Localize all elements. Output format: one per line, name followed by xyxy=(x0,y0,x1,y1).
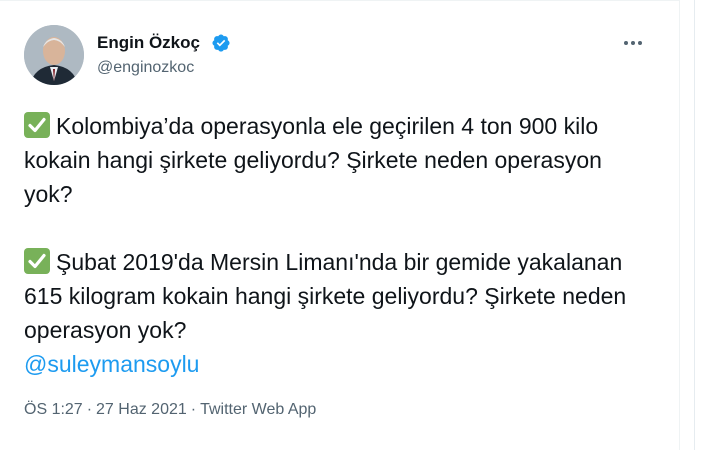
tweet-source[interactable]: Twitter Web App xyxy=(200,401,316,418)
tweet-time[interactable]: ÖS 1:27 xyxy=(24,401,83,418)
tweet-meta: ÖS 1:27 · 27 Haz 2021 · Twitter Web App xyxy=(24,401,316,419)
author-name[interactable]: Engin Özkoç xyxy=(97,33,200,53)
tweet-paragraph-1: Kolombiya’da operasyonla ele geçirilen 4… xyxy=(24,109,649,211)
meta-separator: · xyxy=(86,401,93,418)
tweet-paragraph-2-text: Şubat 2019'da Mersin Limanı'nda bir gemi… xyxy=(24,249,627,343)
author-handle[interactable]: @enginozkoc xyxy=(97,59,194,77)
tweet-paragraph-2: Şubat 2019'da Mersin Limanı'nda bir gemi… xyxy=(24,245,649,381)
mention-link[interactable]: @suleymansoylu xyxy=(24,351,199,377)
tweet-date[interactable]: 27 Haz 2021 xyxy=(96,401,187,418)
more-options-icon[interactable] xyxy=(618,32,648,54)
avatar-photo xyxy=(24,25,84,85)
tweet-card: Engin Özkoç @enginozkoc Kolombiya’da ope… xyxy=(0,0,680,450)
check-mark-emoji-icon xyxy=(24,248,50,274)
tweet-paragraph-1-text: Kolombiya’da operasyonla ele geçirilen 4… xyxy=(24,113,602,207)
check-mark-emoji-icon xyxy=(24,112,50,138)
right-column-divider xyxy=(694,0,695,450)
meta-separator: · xyxy=(190,401,197,418)
tweet-text: Kolombiya’da operasyonla ele geçirilen 4… xyxy=(24,109,649,381)
verified-badge-icon xyxy=(212,34,230,52)
avatar[interactable] xyxy=(24,25,84,85)
